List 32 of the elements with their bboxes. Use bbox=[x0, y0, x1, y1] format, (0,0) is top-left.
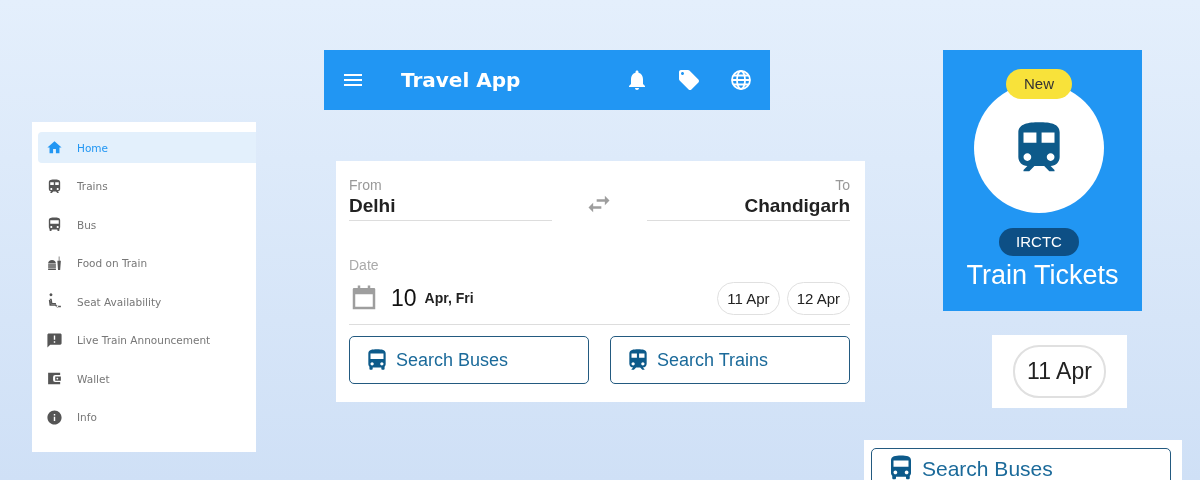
sidebar-item[interactable]: Bus bbox=[38, 209, 256, 240]
new-badge: New bbox=[1006, 69, 1072, 99]
search-button[interactable]: Search Buses bbox=[349, 336, 589, 384]
date-chip[interactable]: 11 Apr bbox=[1013, 345, 1106, 398]
to-field[interactable]: To Chandigarh bbox=[647, 177, 850, 221]
train-tickets-tile[interactable]: New IRCTC Train Tickets bbox=[943, 50, 1142, 311]
seat-icon bbox=[46, 293, 63, 310]
sidebar-item[interactable]: Live Train Announcement bbox=[38, 324, 256, 356]
search-button[interactable]: Search Buses bbox=[871, 448, 1171, 480]
tile-title: Train Tickets bbox=[965, 260, 1120, 291]
date-chip[interactable]: 12 Apr bbox=[786, 281, 850, 315]
home-icon bbox=[46, 139, 63, 156]
info-icon bbox=[46, 408, 63, 426]
tag-icon[interactable] bbox=[677, 68, 701, 92]
globe-icon[interactable] bbox=[729, 68, 753, 92]
date-text[interactable]: Apr, Fri bbox=[424, 290, 474, 306]
date-label: Date bbox=[349, 257, 380, 273]
irctc-tag: IRCTC bbox=[999, 228, 1079, 256]
sidebar-item[interactable]: Food on Train bbox=[38, 247, 256, 279]
date-chip[interactable]: 11 Apr bbox=[717, 281, 780, 315]
sidebar-item[interactable]: Info bbox=[38, 401, 256, 433]
date-day[interactable]: 10 bbox=[391, 284, 417, 312]
sidebar-item[interactable]: Trains bbox=[38, 170, 256, 202]
app-title: Travel App bbox=[401, 68, 521, 92]
wallet-icon bbox=[46, 370, 63, 387]
bus-icon bbox=[46, 216, 63, 233]
sidebar-item[interactable]: Seat Availability bbox=[38, 286, 256, 317]
from-field[interactable]: From Delhi bbox=[349, 177, 552, 221]
train-icon bbox=[46, 177, 63, 195]
announcement-icon bbox=[46, 331, 63, 349]
search-button[interactable]: Search Trains bbox=[610, 336, 850, 384]
sidebar-item[interactable]: Wallet bbox=[38, 363, 256, 394]
